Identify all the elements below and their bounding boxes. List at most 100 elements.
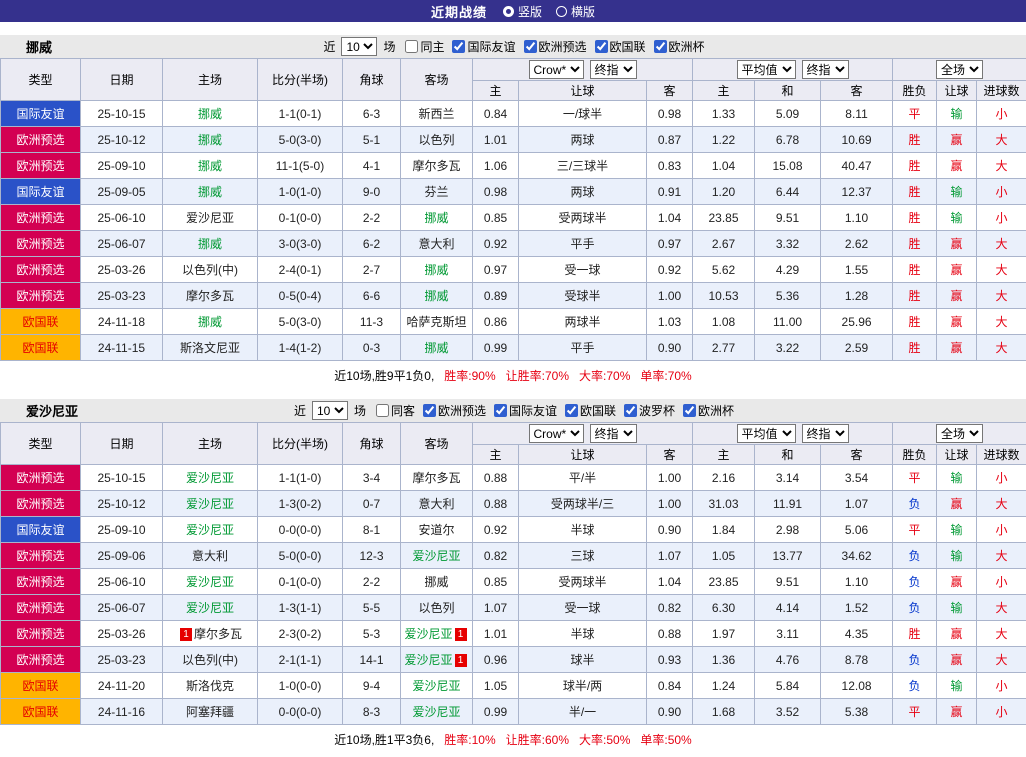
handicap-value: 两球半 [519, 309, 647, 335]
competition-filter-1-checkbox-wrap[interactable]: 国际友谊 [488, 402, 557, 419]
corner-cell: 9-0 [343, 179, 401, 205]
avg-label-select[interactable]: 平均值 [737, 424, 796, 443]
home-odds-value: 0.85 [473, 569, 519, 595]
competition-filter-1-checkbox[interactable] [494, 404, 507, 417]
odds-company-select[interactable]: Crow* [529, 424, 584, 443]
match-row: 欧洲预选25-09-10挪威11-1(5-0)4-1摩尔多瓦1.06三/三球半0… [1, 153, 1026, 179]
away-odds-value: 0.92 [647, 257, 693, 283]
red-card-badge: 1 [180, 628, 192, 641]
competition-filter-0-checkbox-wrap[interactable]: 欧洲预选 [417, 402, 486, 419]
competition-filter-3-checkbox-wrap[interactable]: 波罗杯 [618, 402, 675, 419]
avg-home-value: 1.08 [693, 309, 755, 335]
handicap-result-header: 让球 [937, 81, 977, 101]
away-odds-value: 1.04 [647, 569, 693, 595]
avg-draw-value: 9.51 [755, 569, 821, 595]
avg-group-header: 平均值终指 [693, 59, 893, 81]
competition-filter-0-checkbox-wrap[interactable]: 国际友谊 [446, 38, 515, 55]
recent-count-select[interactable]: 10 [312, 401, 348, 420]
competition-filter-3-checkbox[interactable] [624, 404, 637, 417]
recent-count-select[interactable]: 10 [341, 37, 377, 56]
goals-result: 大 [977, 543, 1026, 569]
handicap-result: 赢 [937, 309, 977, 335]
view-mode-options: 竖版横版 [503, 3, 595, 20]
avg-label-select[interactable]: 平均值 [737, 60, 796, 79]
handicap-result: 赢 [937, 127, 977, 153]
page-title: 近期战绩 [431, 2, 487, 21]
handicap-result: 输 [937, 595, 977, 621]
fulltime-scope-select[interactable]: 全场 [936, 424, 983, 443]
away-team-name: 挪威 [424, 289, 448, 303]
odds-company-select[interactable]: Crow* [529, 60, 584, 79]
home-team-name: 爱沙尼亚 [186, 211, 234, 225]
competition-filter-1-checkbox-wrap[interactable]: 欧洲预选 [518, 38, 587, 55]
avg-draw-value: 5.84 [755, 673, 821, 699]
competition-filter-2-checkbox-wrap[interactable]: 欧国联 [559, 402, 616, 419]
away-team-name: 摩尔多瓦 [412, 471, 460, 485]
venue-filter-checkbox-wrap[interactable]: 同客 [370, 402, 415, 419]
competition-filter-3-checkbox-wrap[interactable]: 欧洲杯 [648, 38, 705, 55]
match-date: 24-11-16 [81, 699, 163, 725]
home-odds-value: 0.88 [473, 491, 519, 517]
away-team-cell: 摩尔多瓦 [401, 153, 473, 179]
venue-filter-checkbox-wrap[interactable]: 同主 [399, 38, 444, 55]
match-type-cell: 欧国联 [1, 673, 81, 699]
view-option-1[interactable]: 横版 [556, 3, 595, 20]
competition-filter-3-checkbox[interactable] [654, 40, 667, 53]
away-team-cell: 挪威 [401, 205, 473, 231]
match-type-cell: 国际友谊 [1, 517, 81, 543]
red-card-badge: 1 [455, 654, 467, 667]
away-team-name: 意大利 [418, 237, 454, 251]
score-cell: 0-0(0-0) [258, 517, 343, 543]
competition-filter-0-checkbox[interactable] [452, 40, 465, 53]
goals-result: 大 [977, 491, 1026, 517]
away-team-name: 摩尔多瓦 [412, 159, 460, 173]
handicap-value: 受两球半 [519, 569, 647, 595]
handicap-value: 球半 [519, 647, 647, 673]
handicap-result: 赢 [937, 569, 977, 595]
competition-filter-2-checkbox-wrap[interactable]: 欧国联 [589, 38, 646, 55]
competition-filter-1-checkbox-label: 欧洲预选 [539, 38, 587, 55]
match-date: 25-10-12 [81, 127, 163, 153]
summary-stat-3: 单率:50% [640, 733, 691, 747]
outcome-header: 胜负 [893, 81, 937, 101]
away-odds-value: 0.91 [647, 179, 693, 205]
competition-filter-0-checkbox-label: 欧洲预选 [438, 402, 486, 419]
avg-away-value: 10.69 [821, 127, 893, 153]
venue-filter-checkbox[interactable] [405, 40, 418, 53]
home-odds-value: 0.92 [473, 231, 519, 257]
match-row: 欧洲预选25-10-12爱沙尼亚1-3(0-2)0-7意大利0.88受两球半/三… [1, 491, 1026, 517]
away-col-header: 客场 [401, 59, 473, 101]
competition-filter-4-checkbox-wrap[interactable]: 欧洲杯 [677, 402, 734, 419]
odds-period-select[interactable]: 终指 [590, 424, 637, 443]
competition-filter-2-checkbox[interactable] [595, 40, 608, 53]
competition-filter-0-checkbox[interactable] [423, 404, 436, 417]
competition-filter-4-checkbox[interactable] [683, 404, 696, 417]
home-team-name: 爱沙尼亚 [186, 601, 234, 615]
match-type-cell: 欧洲预选 [1, 127, 81, 153]
home-team-cell: 爱沙尼亚 [163, 205, 258, 231]
score-cell: 1-1(0-1) [258, 101, 343, 127]
home-team-name: 以色列(中) [182, 653, 238, 667]
competition-filter-2-checkbox[interactable] [565, 404, 578, 417]
outcome-result: 平 [893, 101, 937, 127]
fulltime-scope-select[interactable]: 全场 [936, 60, 983, 79]
avg-draw-value: 3.32 [755, 231, 821, 257]
view-option-0[interactable]: 竖版 [503, 3, 542, 20]
avg-group-header: 平均值终指 [693, 423, 893, 445]
competition-filter-1-checkbox[interactable] [524, 40, 537, 53]
handicap-result: 输 [937, 543, 977, 569]
match-date: 25-10-15 [81, 465, 163, 491]
avg-draw-value: 6.78 [755, 127, 821, 153]
away-odds-value: 0.84 [647, 673, 693, 699]
recent-label-suffix: 场 [383, 38, 395, 55]
header-row-1: 类型日期主场比分(半场)角球客场Crow*终指平均值终指全场 [1, 59, 1026, 81]
odds-period-select[interactable]: 终指 [590, 60, 637, 79]
home-team-name: 摩尔多瓦 [194, 627, 242, 641]
home-odds-value: 1.01 [473, 621, 519, 647]
avg-period-select[interactable]: 终指 [802, 424, 849, 443]
away-team-name: 以色列 [418, 133, 454, 147]
avg-period-select[interactable]: 终指 [802, 60, 849, 79]
avg-away-value: 34.62 [821, 543, 893, 569]
match-type-cell: 欧洲预选 [1, 283, 81, 309]
venue-filter-checkbox[interactable] [376, 404, 389, 417]
